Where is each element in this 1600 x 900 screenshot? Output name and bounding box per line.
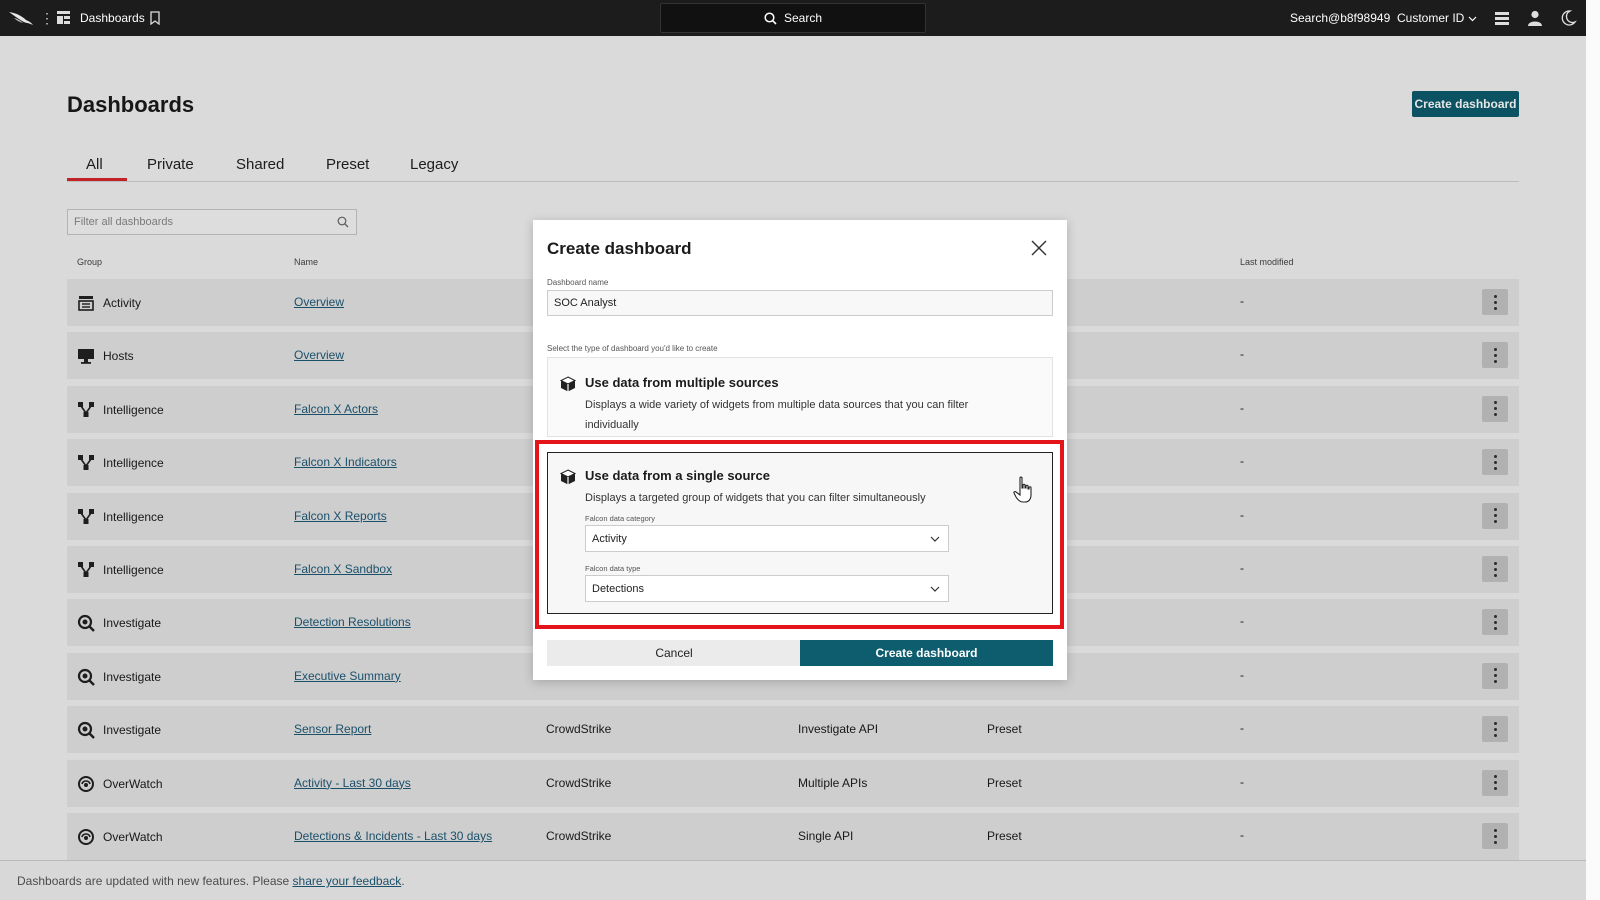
option-multiple-desc: Displays a wide variety of widgets from … — [585, 399, 969, 431]
modal-create-dashboard-button[interactable]: Create dashboard — [800, 640, 1053, 666]
top-bar: ⋮ Dashboards Search Search@b8f98949 Cust… — [0, 0, 1586, 36]
dashboard-type-label: Select the type of dashboard you'd like … — [547, 344, 718, 353]
cubes-icon — [559, 376, 577, 392]
chevron-down-icon — [1468, 16, 1477, 21]
close-icon[interactable] — [1029, 238, 1049, 258]
scrollbar-gutter[interactable] — [1586, 0, 1600, 900]
global-search-button[interactable]: Search — [660, 3, 926, 33]
user-profile-icon[interactable] — [1526, 9, 1544, 27]
notifications-stack-icon[interactable] — [1493, 9, 1511, 27]
option-multiple-title: Use data from multiple sources — [585, 375, 779, 390]
more-vertical-icon[interactable]: ⋮ — [40, 10, 54, 27]
bookmark-icon[interactable] — [149, 11, 161, 25]
falcon-logo-icon[interactable] — [8, 8, 34, 28]
user-account-label[interactable]: Search@b8f98949 — [1290, 11, 1390, 25]
hand-cursor-icon — [1013, 476, 1032, 503]
customer-id-label: Customer ID — [1397, 11, 1465, 25]
highlight-box — [535, 440, 1064, 629]
dashboard-name-input[interactable]: SOC Analyst — [547, 290, 1053, 316]
dark-mode-moon-icon[interactable] — [1559, 9, 1577, 27]
app-title: Dashboards — [80, 11, 145, 25]
cancel-button[interactable]: Cancel — [547, 640, 801, 666]
option-multiple-sources[interactable]: Use data from multiple sources Displays … — [547, 357, 1053, 437]
search-icon — [764, 11, 777, 25]
modal-title: Create dashboard — [547, 239, 692, 258]
search-label: Search — [783, 11, 823, 25]
dashboard-name-value: SOC Analyst — [554, 297, 617, 309]
dashboard-grid-icon — [57, 11, 70, 24]
customer-id-dropdown[interactable]: Customer ID — [1397, 11, 1477, 25]
dashboard-name-label: Dashboard name — [547, 278, 609, 287]
